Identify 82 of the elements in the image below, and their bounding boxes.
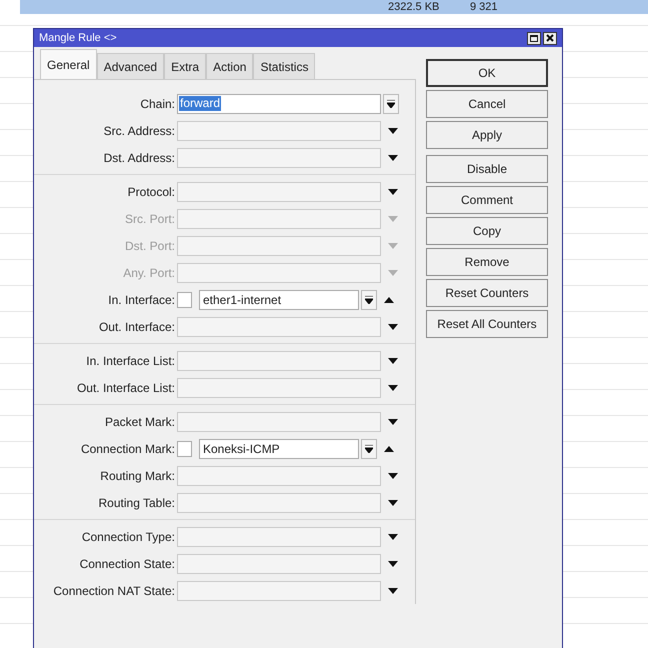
dialog-button[interactable]: Comment bbox=[426, 186, 548, 214]
field-label: Dst. Address: bbox=[102, 150, 176, 166]
input-field[interactable] bbox=[177, 236, 381, 256]
field-label: Src. Port: bbox=[124, 210, 176, 228]
dialog-button[interactable]: Cancel bbox=[426, 90, 548, 118]
table-cell-text: 2322.5 KB bbox=[388, 0, 440, 14]
tab[interactable]: Advanced bbox=[96, 53, 164, 79]
dropdown-arrow-icon bbox=[365, 296, 373, 304]
field-label: Out. Interface: bbox=[98, 318, 176, 336]
close-icon bbox=[546, 34, 554, 42]
input-field[interactable] bbox=[177, 554, 381, 574]
field-label: In. Interface: bbox=[107, 292, 176, 308]
field-label: Routing Table: bbox=[98, 494, 176, 512]
input-field[interactable] bbox=[177, 350, 381, 370]
dialog-button[interactable]: Apply bbox=[426, 121, 548, 149]
input-field[interactable] bbox=[177, 466, 381, 486]
field-value: Koneksi-ICMP bbox=[203, 440, 280, 458]
dialog-button[interactable]: Reset All Counters bbox=[426, 310, 548, 338]
input-field[interactable] bbox=[177, 526, 381, 546]
input-field[interactable] bbox=[177, 412, 381, 432]
tab[interactable]: Statistics bbox=[253, 53, 316, 79]
dropdown-button[interactable] bbox=[383, 94, 399, 114]
maximize-button[interactable] bbox=[527, 32, 541, 44]
input-field[interactable] bbox=[177, 316, 381, 336]
input-field[interactable] bbox=[177, 262, 381, 282]
dropdown-arrow-icon bbox=[365, 444, 373, 452]
input-field[interactable]: ether1-internet bbox=[199, 290, 359, 310]
tab[interactable]: Action bbox=[206, 53, 254, 79]
field-label: Connection Type: bbox=[80, 528, 176, 546]
dropdown-arrow-icon[interactable] bbox=[388, 418, 398, 424]
dropdown-arrow-icon[interactable] bbox=[388, 534, 398, 540]
field-label: Any. Port: bbox=[122, 264, 176, 282]
field-label: Connection State: bbox=[78, 556, 176, 572]
dropdown-arrow-icon[interactable] bbox=[388, 500, 398, 506]
input-field[interactable] bbox=[177, 208, 381, 228]
dropdown-arrow-icon[interactable] bbox=[388, 384, 398, 390]
window-title: Mangle Rule <> bbox=[39, 30, 118, 46]
dropdown-button[interactable] bbox=[361, 438, 377, 458]
checkbox[interactable] bbox=[177, 292, 192, 308]
dropdown-arrow-icon bbox=[387, 100, 395, 108]
field-value: ether1-internet bbox=[203, 292, 282, 308]
input-field[interactable] bbox=[177, 148, 381, 168]
dropdown-arrow-icon[interactable] bbox=[388, 588, 398, 594]
checkbox[interactable] bbox=[177, 440, 192, 456]
dialog-button[interactable]: Copy bbox=[426, 217, 548, 245]
input-field[interactable]: Koneksi-ICMP bbox=[199, 438, 359, 458]
field-label: Src. Address: bbox=[102, 122, 176, 140]
field-label: Connection Mark: bbox=[80, 440, 176, 458]
input-field[interactable] bbox=[177, 378, 381, 398]
field-label: In. Interface List: bbox=[85, 352, 176, 370]
dialog-button[interactable]: Disable bbox=[426, 155, 548, 183]
dropdown-button[interactable] bbox=[361, 290, 377, 310]
collapse-arrow-icon[interactable] bbox=[384, 296, 394, 302]
input-field[interactable] bbox=[177, 120, 381, 140]
dropdown-arrow-icon[interactable] bbox=[388, 560, 398, 566]
field-value: forward bbox=[179, 96, 222, 111]
maximize-icon bbox=[530, 34, 538, 42]
dropdown-arrow-icon[interactable] bbox=[388, 472, 398, 478]
dropdown-arrow-icon[interactable] bbox=[388, 188, 398, 194]
field-label: Protocol: bbox=[126, 184, 176, 200]
table-cell: 9 321 bbox=[470, 0, 498, 14]
field-label: Packet Mark: bbox=[104, 414, 176, 430]
dropdown-arrow-icon[interactable] bbox=[388, 324, 398, 330]
field-label: Chain: bbox=[139, 96, 176, 112]
field-label: Routing Mark: bbox=[99, 468, 176, 484]
input-field[interactable] bbox=[177, 182, 381, 202]
dropdown-arrow-icon[interactable] bbox=[388, 128, 398, 134]
dropdown-arrow-icon[interactable] bbox=[388, 154, 398, 160]
field-label: Connection NAT State: bbox=[52, 582, 176, 600]
close-button[interactable] bbox=[543, 32, 557, 44]
dialog-button[interactable]: OK bbox=[426, 59, 548, 87]
field-label: Out. Interface List: bbox=[76, 380, 176, 396]
dropdown-arrow-icon[interactable] bbox=[388, 358, 398, 364]
collapse-arrow-icon[interactable] bbox=[384, 446, 394, 452]
tab[interactable]: General bbox=[40, 49, 97, 79]
input-field[interactable] bbox=[177, 580, 381, 600]
tab[interactable]: Extra bbox=[164, 53, 206, 79]
dialog-button[interactable]: Remove bbox=[426, 248, 548, 276]
field-label: Dst. Port: bbox=[124, 238, 176, 254]
input-field[interactable] bbox=[177, 492, 381, 512]
dialog-button[interactable]: Reset Counters bbox=[426, 279, 548, 307]
input-field[interactable]: forward bbox=[177, 94, 381, 114]
